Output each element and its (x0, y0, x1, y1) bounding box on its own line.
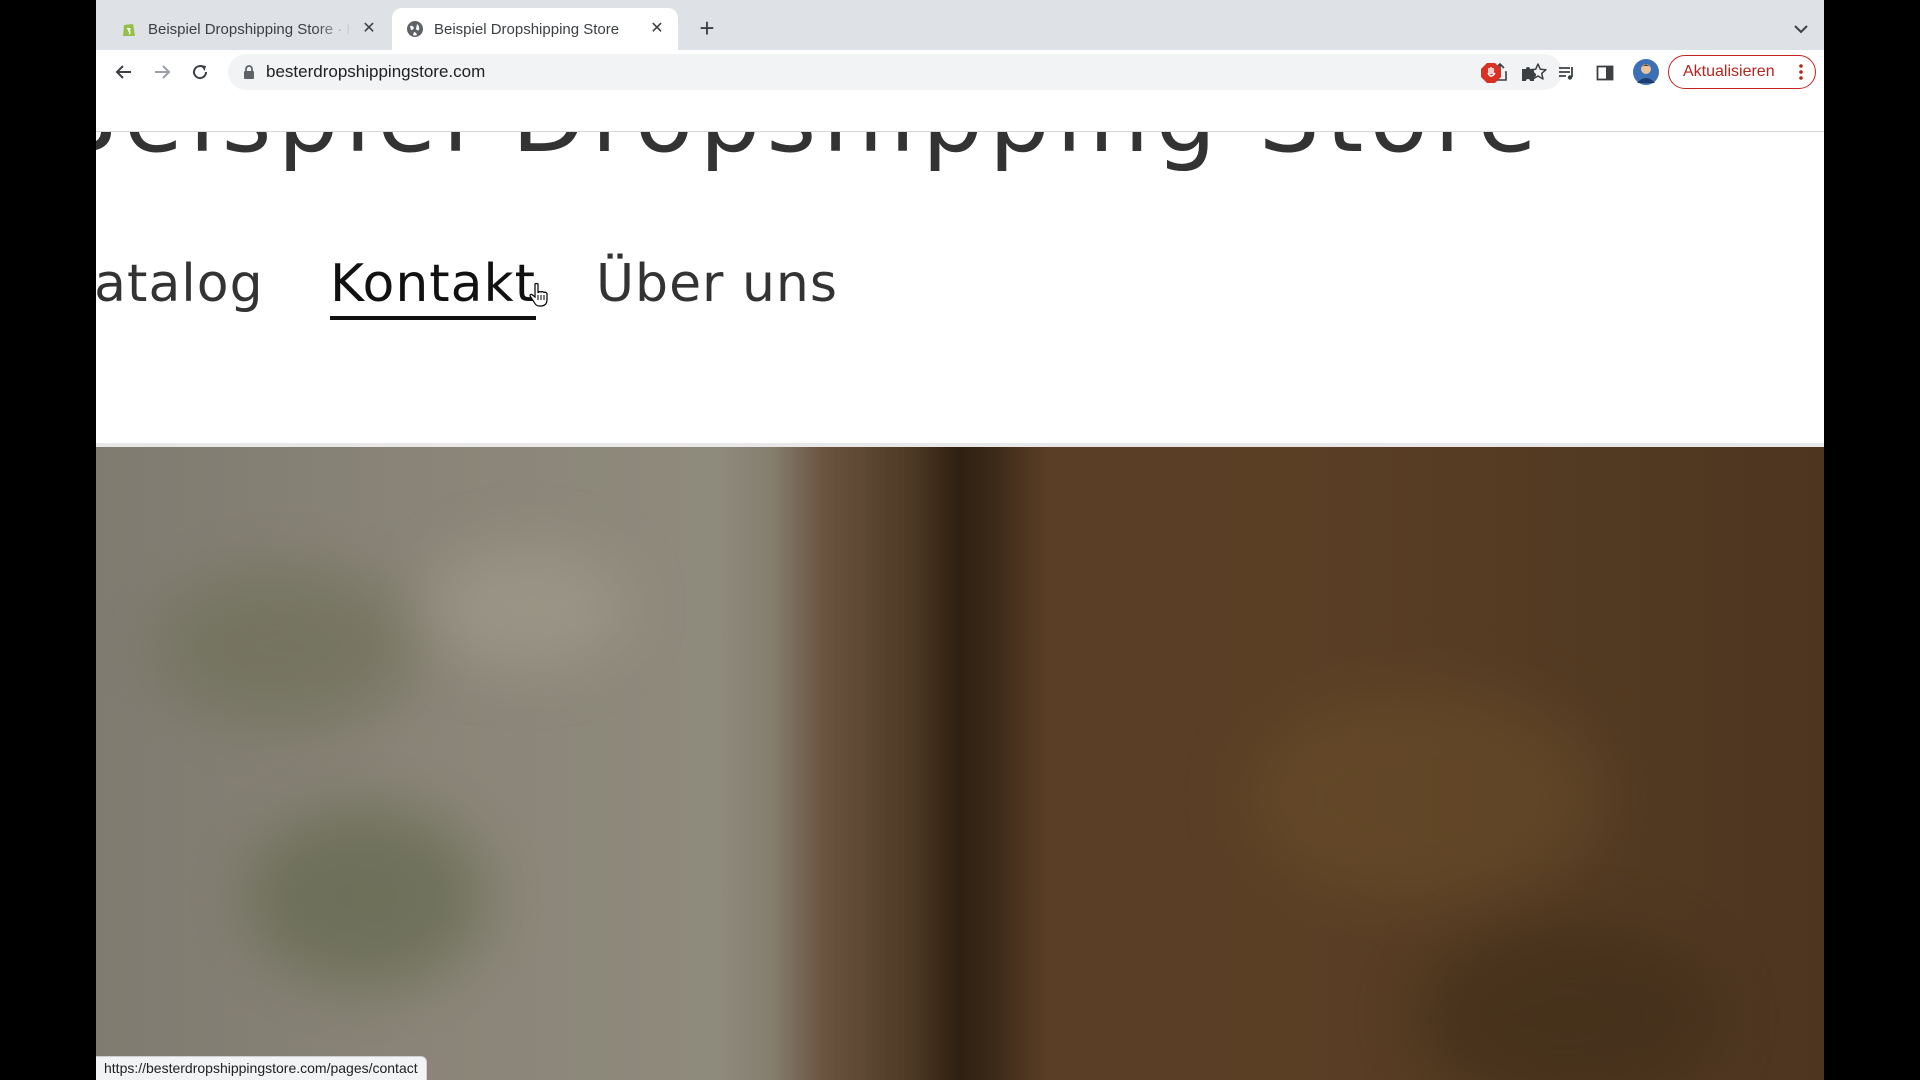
tab-title: Beispiel Dropshipping Store · Home · Sho… (148, 20, 352, 38)
tab-title: Beispiel Dropshipping Store (434, 20, 620, 38)
globe-icon (407, 21, 423, 37)
back-button[interactable] (110, 58, 138, 86)
media-queue-icon[interactable] (1556, 62, 1578, 84)
new-tab-button[interactable]: + (694, 15, 720, 42)
tab-strip: Beispiel Dropshipping Store · Home · Sho… (96, 0, 1824, 50)
update-button[interactable]: Aktualisieren (1668, 55, 1816, 89)
side-panel-icon[interactable] (1594, 62, 1616, 84)
lock-icon (244, 65, 254, 79)
arrow-left-icon (115, 65, 131, 79)
browser-window: Beispiel Dropshipping Store · Home · Sho… (96, 0, 1824, 1080)
adblock-extension-icon[interactable] (1480, 62, 1502, 84)
reload-icon (193, 65, 208, 80)
image-blur (1416, 927, 1716, 1080)
nav-link-katalog[interactable]: Katalog (96, 254, 264, 314)
image-blur (246, 807, 486, 987)
url-text: besterdropshippingstore.com (266, 62, 486, 81)
chevron-down-icon[interactable] (1792, 20, 1810, 38)
hand-cursor-icon (529, 282, 548, 307)
page-viewport: Beispiel Dropshipping Store Katalog Kont… (96, 94, 1824, 1080)
tab-store[interactable]: Beispiel Dropshipping Store ✕ (392, 8, 678, 50)
main-nav: Katalog Kontakt Über uns (96, 254, 1824, 334)
image-blur (1246, 687, 1606, 907)
reload-button[interactable] (186, 58, 214, 86)
forward-button[interactable] (148, 58, 176, 86)
puzzle-extensions-icon[interactable] (1518, 62, 1540, 84)
close-tab-icon[interactable]: ✕ (360, 20, 378, 38)
image-blur (426, 547, 626, 667)
tab-shopify-admin[interactable]: Beispiel Dropshipping Store · Home · Sho… (106, 8, 390, 50)
close-tab-icon[interactable]: ✕ (648, 20, 666, 38)
status-bar-url: https://besterdropshippingstore.com/page… (96, 1056, 427, 1080)
store-title-clip: Beispiel Dropshipping Store (96, 132, 1824, 172)
avatar[interactable] (1632, 58, 1660, 86)
screen: Beispiel Dropshipping Store · Home · Sho… (0, 0, 1920, 1080)
browser-toolbar: besterdropshippingstore.com Aktualisiere… (96, 50, 1824, 94)
more-vert-icon (1799, 64, 1803, 80)
address-bar[interactable]: besterdropshippingstore.com (228, 54, 1562, 90)
image-blur (156, 567, 416, 727)
nav-link-kontakt[interactable]: Kontakt (330, 254, 537, 320)
nav-link-ueber-uns[interactable]: Über uns (596, 254, 838, 314)
store-title[interactable]: Beispiel Dropshipping Store (96, 132, 1543, 172)
arrow-right-icon (155, 65, 171, 79)
shopify-icon (123, 24, 135, 36)
hero-image: https://besterdropshippingstore.com/page… (96, 447, 1824, 1080)
update-button-label: Aktualisieren (1683, 63, 1775, 80)
